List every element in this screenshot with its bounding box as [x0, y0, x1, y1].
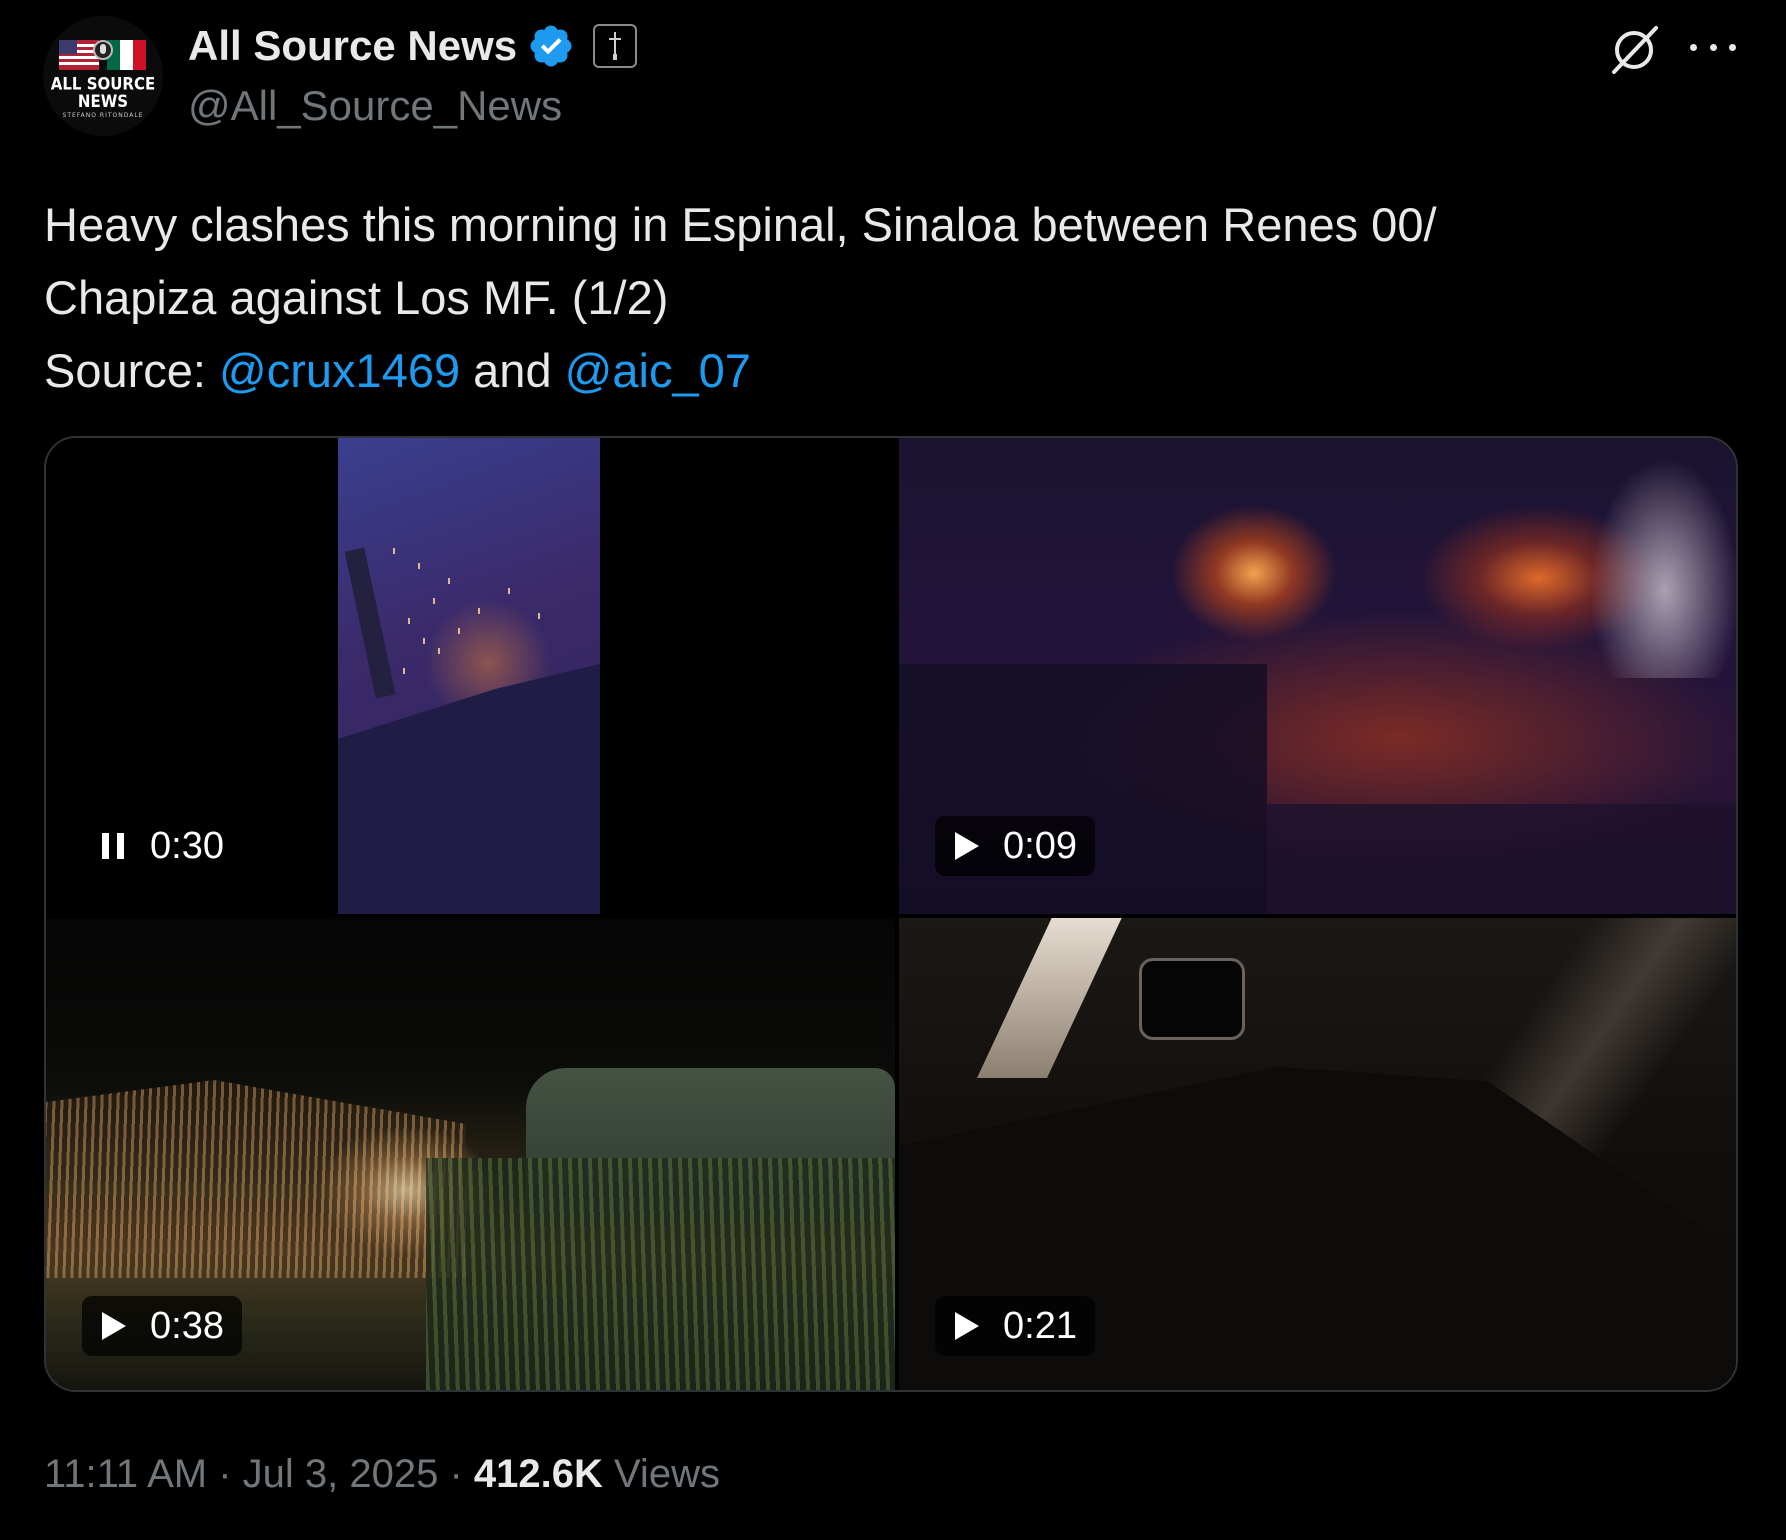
meta-separator: ·	[207, 1452, 243, 1496]
tweet-text: Heavy clashes this morning in Espinal, S…	[44, 188, 1704, 407]
play-icon[interactable]	[951, 829, 981, 863]
dagger-icon	[609, 32, 622, 60]
avatar-logo-subtext: STEFANO RITONDALE	[62, 112, 144, 119]
video-duration-badge: 0:30	[82, 816, 242, 876]
views-count: 412.6K	[473, 1452, 603, 1496]
verified-badge-icon[interactable]	[527, 22, 575, 70]
media-grid: 0:30 0:09 0:38 0:21	[44, 436, 1738, 1392]
video-duration-badge: 0:21	[935, 1296, 1095, 1356]
connector-text: and	[460, 344, 565, 397]
tweet-text-line-2: Chapiza against Los MF. (1/2)	[44, 271, 669, 324]
grok-icon[interactable]	[1606, 22, 1662, 78]
source-label: Source:	[44, 344, 220, 397]
video-tile-2[interactable]: 0:09	[899, 438, 1736, 914]
video-tile-3[interactable]: 0:38	[46, 918, 895, 1390]
avatar[interactable]: ALL SOURCE NEWS STEFANO RITONDALE	[43, 16, 163, 136]
tweet-text-line-3: Source: @crux1469 and @aic_07	[44, 334, 1704, 407]
video-duration: 0:09	[1003, 824, 1077, 867]
pause-icon[interactable]	[98, 829, 128, 863]
video-tile-1[interactable]: 0:30	[46, 438, 895, 914]
video-duration-badge: 0:09	[935, 816, 1095, 876]
more-options-icon[interactable]	[1690, 30, 1736, 64]
video-duration: 0:30	[150, 824, 224, 867]
video-duration: 0:21	[1003, 1304, 1077, 1347]
affiliate-badge-icon[interactable]	[593, 24, 638, 68]
tweet-date[interactable]: Jul 3, 2025	[243, 1452, 439, 1496]
play-icon[interactable]	[951, 1309, 981, 1343]
video-duration: 0:38	[150, 1304, 224, 1347]
video-tile-4[interactable]: 0:21	[899, 918, 1736, 1390]
play-icon[interactable]	[98, 1309, 128, 1343]
author-handle[interactable]: @All_Source_News	[188, 82, 562, 130]
flags-logo-icon	[59, 40, 146, 70]
meta-separator: ·	[438, 1452, 474, 1496]
tweet-time[interactable]: 11:11 AM	[44, 1452, 207, 1496]
author-display-name[interactable]: All Source News	[188, 22, 517, 70]
avatar-logo-text: ALL SOURCE NEWS	[50, 73, 156, 112]
mention-link-aic07[interactable]: @aic_07	[565, 344, 751, 397]
tweet-text-line-1: Heavy clashes this morning in Espinal, S…	[44, 198, 1437, 251]
mention-link-crux1469[interactable]: @crux1469	[219, 344, 460, 397]
video-frame-fireworks	[338, 438, 600, 914]
video-duration-badge: 0:38	[82, 1296, 242, 1356]
views-label: Views	[602, 1452, 720, 1496]
author-name-row: All Source News	[188, 20, 638, 72]
tweet-meta: 11:11 AM · Jul 3, 2025 · 412.6K Views	[44, 1452, 720, 1497]
